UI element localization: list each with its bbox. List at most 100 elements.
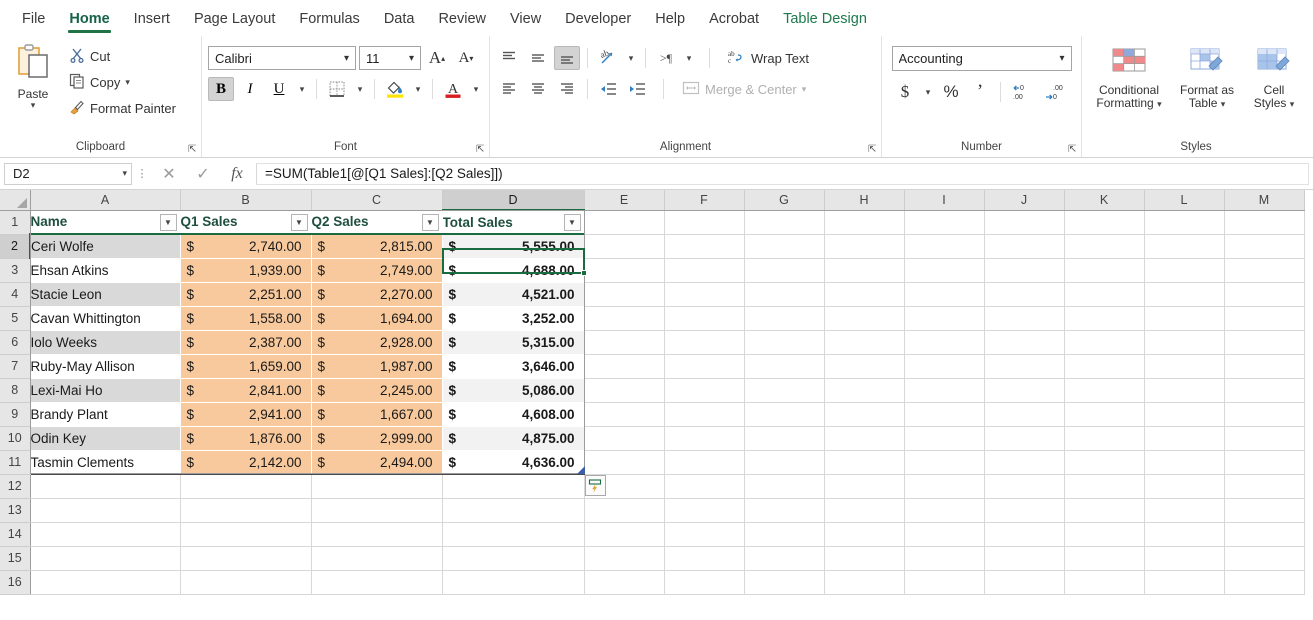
font-name-combo[interactable]: Calibri ▾ — [208, 46, 356, 70]
cell-H3[interactable] — [824, 258, 904, 282]
cell-K9[interactable] — [1064, 402, 1144, 426]
align-left-button[interactable] — [496, 77, 522, 101]
cell-D5[interactable]: $3,252.00 — [442, 306, 584, 330]
cell-A14[interactable] — [30, 522, 180, 546]
cell-I9[interactable] — [904, 402, 984, 426]
cell-C2[interactable]: $2,815.00 — [311, 234, 442, 258]
cell-C15[interactable] — [311, 546, 442, 570]
cell-L3[interactable] — [1144, 258, 1224, 282]
underline-chevron-down-icon[interactable]: ▾ — [295, 77, 309, 101]
cell-L6[interactable] — [1144, 330, 1224, 354]
clipboard-dialog-launcher-icon[interactable]: ⇱ — [188, 144, 199, 155]
number-format-combo[interactable]: Accounting ▾ — [892, 46, 1072, 71]
cell-J14[interactable] — [984, 522, 1064, 546]
cell-G1[interactable] — [744, 210, 824, 234]
decrease-decimal-button[interactable]: .00 0 — [1041, 80, 1071, 104]
cell-B4[interactable]: $2,251.00 — [180, 282, 311, 306]
copy-chevron-down-icon[interactable]: ▾ — [125, 78, 130, 87]
cell-G16[interactable] — [744, 570, 824, 594]
cell-M15[interactable] — [1224, 546, 1304, 570]
cell-H6[interactable] — [824, 330, 904, 354]
align-middle-button[interactable] — [525, 46, 551, 70]
ribbon-tab-table-design[interactable]: Table Design — [771, 7, 879, 36]
filter-dropdown-b[interactable]: ▼ — [291, 214, 308, 231]
cell-A15[interactable] — [30, 546, 180, 570]
cell-I13[interactable] — [904, 498, 984, 522]
cell-styles-button[interactable]: Cell Styles ▾ — [1244, 44, 1304, 110]
cell-F5[interactable] — [664, 306, 744, 330]
cell-J12[interactable] — [984, 474, 1064, 498]
font-size-chevron-down-icon[interactable]: ▾ — [405, 53, 418, 64]
cell-K16[interactable] — [1064, 570, 1144, 594]
cell-J5[interactable] — [984, 306, 1064, 330]
name-box[interactable]: D2 ▾ — [4, 163, 132, 185]
cell-L7[interactable] — [1144, 354, 1224, 378]
conditional-formatting-button[interactable]: Conditional Formatting ▾ — [1088, 44, 1170, 110]
cell-M10[interactable] — [1224, 426, 1304, 450]
cell-M8[interactable] — [1224, 378, 1304, 402]
cell-D14[interactable] — [442, 522, 584, 546]
cell-K10[interactable] — [1064, 426, 1144, 450]
cell-A8[interactable]: Lexi-Mai Ho — [30, 378, 180, 402]
cell-B10[interactable]: $1,876.00 — [180, 426, 311, 450]
cell-M16[interactable] — [1224, 570, 1304, 594]
column-header-l[interactable]: L — [1144, 190, 1224, 210]
cell-M1[interactable] — [1224, 210, 1304, 234]
cell-K5[interactable] — [1064, 306, 1144, 330]
cell-E7[interactable] — [584, 354, 664, 378]
cell-K12[interactable] — [1064, 474, 1144, 498]
column-header-d[interactable]: D — [442, 190, 584, 210]
accounting-format-button[interactable]: $ — [892, 80, 918, 104]
cell-B5[interactable]: $1,558.00 — [180, 306, 311, 330]
ribbon-tab-review[interactable]: Review — [426, 7, 498, 36]
column-header-k[interactable]: K — [1064, 190, 1144, 210]
cell-C9[interactable]: $1,667.00 — [311, 402, 442, 426]
cell-G10[interactable] — [744, 426, 824, 450]
cancel-formula-button[interactable]: ✕ — [152, 164, 186, 184]
cell-D2[interactable]: $5,555.00 — [442, 234, 584, 258]
cell-K3[interactable] — [1064, 258, 1144, 282]
column-header-h[interactable]: H — [824, 190, 904, 210]
cell-L14[interactable] — [1144, 522, 1224, 546]
cell-E11[interactable] — [584, 450, 664, 474]
cell-G5[interactable] — [744, 306, 824, 330]
cell-M2[interactable] — [1224, 234, 1304, 258]
formula-bar-drag-handle[interactable]: ⋮ — [132, 172, 152, 176]
table-resize-handle[interactable] — [577, 466, 585, 474]
borders-button[interactable] — [324, 77, 350, 101]
column-header-c[interactable]: C — [311, 190, 442, 210]
cell-D16[interactable] — [442, 570, 584, 594]
align-center-button[interactable] — [525, 77, 551, 101]
cell-J4[interactable] — [984, 282, 1064, 306]
number-dialog-launcher-icon[interactable]: ⇱ — [1068, 144, 1079, 155]
cell-L8[interactable] — [1144, 378, 1224, 402]
cell-K11[interactable] — [1064, 450, 1144, 474]
row-header-6[interactable]: 6 — [0, 330, 30, 354]
cell-M12[interactable] — [1224, 474, 1304, 498]
row-header-1[interactable]: 1 — [0, 210, 30, 234]
cell-D8[interactable]: $5,086.00 — [442, 378, 584, 402]
cell-A5[interactable]: Cavan Whittington — [30, 306, 180, 330]
cell-I10[interactable] — [904, 426, 984, 450]
increase-decimal-button[interactable]: 0 .00 — [1008, 80, 1038, 104]
cell-M11[interactable] — [1224, 450, 1304, 474]
cell-F10[interactable] — [664, 426, 744, 450]
cell-H16[interactable] — [824, 570, 904, 594]
cell-J2[interactable] — [984, 234, 1064, 258]
row-header-8[interactable]: 8 — [0, 378, 30, 402]
cell-E3[interactable] — [584, 258, 664, 282]
cell-F12[interactable] — [664, 474, 744, 498]
cell-J3[interactable] — [984, 258, 1064, 282]
cell-B16[interactable] — [180, 570, 311, 594]
cell-G3[interactable] — [744, 258, 824, 282]
decrease-indent-button[interactable] — [595, 77, 621, 101]
cell-G11[interactable] — [744, 450, 824, 474]
cell-I16[interactable] — [904, 570, 984, 594]
row-header-9[interactable]: 9 — [0, 402, 30, 426]
cell-E2[interactable] — [584, 234, 664, 258]
conditional-formatting-chevron-down-icon[interactable]: ▾ — [1157, 99, 1162, 109]
cell-H14[interactable] — [824, 522, 904, 546]
accounting-chevron-down-icon[interactable]: ▾ — [921, 80, 935, 104]
font-color-button[interactable]: A — [440, 77, 466, 101]
cell-H15[interactable] — [824, 546, 904, 570]
